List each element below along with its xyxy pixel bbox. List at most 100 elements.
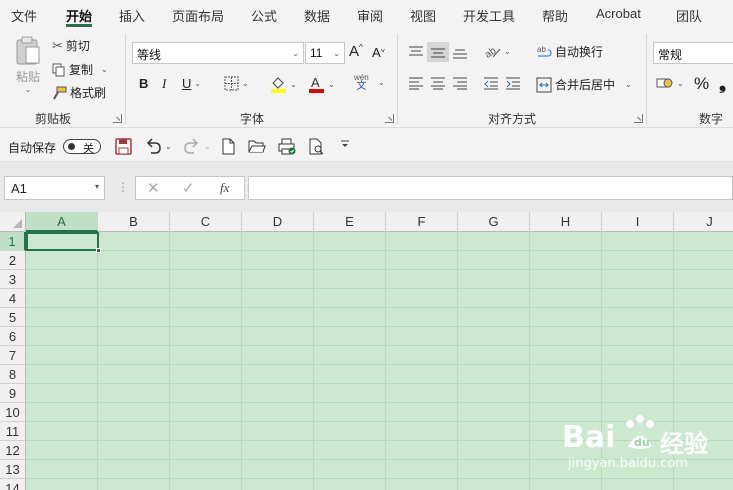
menu-data[interactable]: 数据: [304, 6, 330, 25]
increase-font-button[interactable]: A ^: [349, 43, 363, 60]
accounting-format-button[interactable]: ⌄: [656, 76, 684, 90]
align-bottom-button[interactable]: [452, 45, 468, 59]
column-header-c[interactable]: C: [170, 212, 242, 232]
active-tab-indicator: [66, 24, 92, 27]
menu-formulas[interactable]: 公式: [251, 6, 277, 25]
cancel-icon[interactable]: ✕: [147, 179, 160, 197]
number-group-label: 数字: [699, 112, 724, 126]
column-gridline: [97, 232, 98, 490]
align-middle-button[interactable]: [427, 42, 449, 62]
name-box[interactable]: A1 ▾: [4, 176, 105, 200]
save-button[interactable]: [115, 138, 132, 155]
row-header-7[interactable]: 7: [0, 346, 26, 365]
align-center-icon: [430, 76, 446, 90]
font-size-select[interactable]: 11 ⌄: [305, 42, 345, 64]
open-file-button[interactable]: [248, 138, 266, 154]
align-center-button[interactable]: [430, 76, 446, 90]
menu-team[interactable]: 团队: [676, 6, 702, 25]
formula-input[interactable]: [248, 176, 733, 200]
clipboard-launcher-icon[interactable]: [113, 114, 122, 123]
column-header-f[interactable]: F: [386, 212, 458, 232]
drag-handle-icon[interactable]: ⋮: [117, 180, 129, 194]
menu-review[interactable]: 审阅: [357, 6, 383, 25]
merge-cells-icon: [536, 77, 552, 93]
column-header-g[interactable]: G: [458, 212, 530, 232]
underline-icon: U: [182, 76, 192, 91]
confirm-icon[interactable]: ✓: [182, 179, 195, 197]
menu-insert[interactable]: 插入: [119, 6, 145, 25]
row-header-12[interactable]: 12: [0, 441, 26, 460]
font-name-select[interactable]: 等线 ⌄: [132, 42, 304, 64]
new-file-button[interactable]: [221, 138, 236, 155]
align-right-button[interactable]: [452, 76, 468, 90]
align-left-button[interactable]: [408, 76, 424, 90]
paste-button[interactable]: 粘贴 ⌄: [12, 36, 44, 94]
print-preview-button[interactable]: [278, 138, 296, 155]
menu-page-layout[interactable]: 页面布局: [172, 6, 224, 25]
row-header-2[interactable]: 2: [0, 251, 26, 270]
column-header-i[interactable]: I: [602, 212, 674, 232]
menu-view[interactable]: 视图: [410, 6, 436, 25]
menu-acrobat[interactable]: Acrobat: [596, 6, 641, 21]
row-header-4[interactable]: 4: [0, 289, 26, 308]
customize-qat-button[interactable]: [340, 139, 350, 149]
column-header-h[interactable]: H: [530, 212, 602, 232]
menu-home[interactable]: 开始: [66, 6, 92, 25]
percent-style-button[interactable]: %: [694, 74, 709, 94]
row-header-6[interactable]: 6: [0, 327, 26, 346]
up-caret-icon: ^: [359, 43, 363, 52]
menu-help[interactable]: 帮助: [542, 6, 568, 25]
increase-indent-button[interactable]: [505, 76, 521, 90]
fill-handle[interactable]: [96, 248, 101, 253]
active-cell-a1[interactable]: [26, 232, 99, 251]
align-top-button[interactable]: [408, 45, 424, 59]
phonetic-chevron-icon[interactable]: ⌄: [378, 78, 385, 87]
row-header-1[interactable]: 1: [0, 232, 26, 251]
document-check-button[interactable]: [308, 138, 325, 155]
redo-button[interactable]: ⌄: [183, 137, 211, 155]
fill-color-button[interactable]: ⌄: [270, 75, 297, 93]
column-header-a[interactable]: A: [26, 212, 98, 232]
column-header-d[interactable]: D: [242, 212, 314, 232]
row-header-9[interactable]: 9: [0, 384, 26, 403]
clipboard-group-label: 剪贴板: [35, 112, 72, 126]
menu-developer[interactable]: 开发工具: [463, 6, 515, 25]
row-header-10[interactable]: 10: [0, 403, 26, 422]
decrease-font-button[interactable]: A ^: [372, 44, 384, 60]
row-header-8[interactable]: 8: [0, 365, 26, 384]
column-header-b[interactable]: B: [98, 212, 170, 232]
column-header-e[interactable]: E: [314, 212, 386, 232]
underline-button[interactable]: U ⌄: [182, 76, 201, 91]
copy-button[interactable]: 复制 ⌄: [52, 61, 108, 78]
row-header-14[interactable]: 14: [0, 479, 26, 490]
select-all-corner[interactable]: [0, 212, 26, 232]
insert-function-icon[interactable]: fx: [220, 180, 229, 196]
column-header-j[interactable]: J: [674, 212, 733, 232]
undo-button[interactable]: ⌄: [144, 137, 172, 155]
font-launcher-icon[interactable]: [385, 114, 394, 123]
comma-style-button[interactable]: ❟: [719, 73, 726, 94]
format-painter-button[interactable]: 格式刷: [52, 84, 106, 101]
merge-center-button[interactable]: 合并后居中 ⌄: [536, 76, 632, 93]
font-color-button[interactable]: A ⌄: [308, 75, 335, 93]
copy-chevron-icon[interactable]: ⌄: [101, 65, 108, 74]
name-box-chevron-icon[interactable]: ▾: [95, 182, 99, 191]
row-header-11[interactable]: 11: [0, 422, 26, 441]
autosave-toggle[interactable]: 关: [63, 139, 101, 155]
bold-button[interactable]: B: [139, 76, 148, 91]
orientation-button[interactable]: ab ⌄: [483, 43, 511, 59]
italic-button[interactable]: I: [162, 76, 166, 92]
row-header-5[interactable]: 5: [0, 308, 26, 327]
cut-button[interactable]: ✂ 剪切: [52, 37, 90, 54]
borders-button[interactable]: ⌄: [224, 76, 249, 91]
phonetic-char: 文: [356, 81, 367, 92]
row-header-13[interactable]: 13: [0, 460, 26, 479]
row-header-3[interactable]: 3: [0, 270, 26, 289]
alignment-launcher-icon[interactable]: [634, 114, 643, 123]
wrap-text-button[interactable]: ab 自动换行: [536, 43, 603, 60]
decrease-indent-button[interactable]: [483, 76, 499, 90]
grow-font-icon: A: [349, 43, 360, 60]
phonetic-button[interactable]: wén 文: [354, 74, 369, 92]
menu-file[interactable]: 文件: [11, 6, 37, 25]
number-format-select[interactable]: 常规: [653, 42, 733, 64]
